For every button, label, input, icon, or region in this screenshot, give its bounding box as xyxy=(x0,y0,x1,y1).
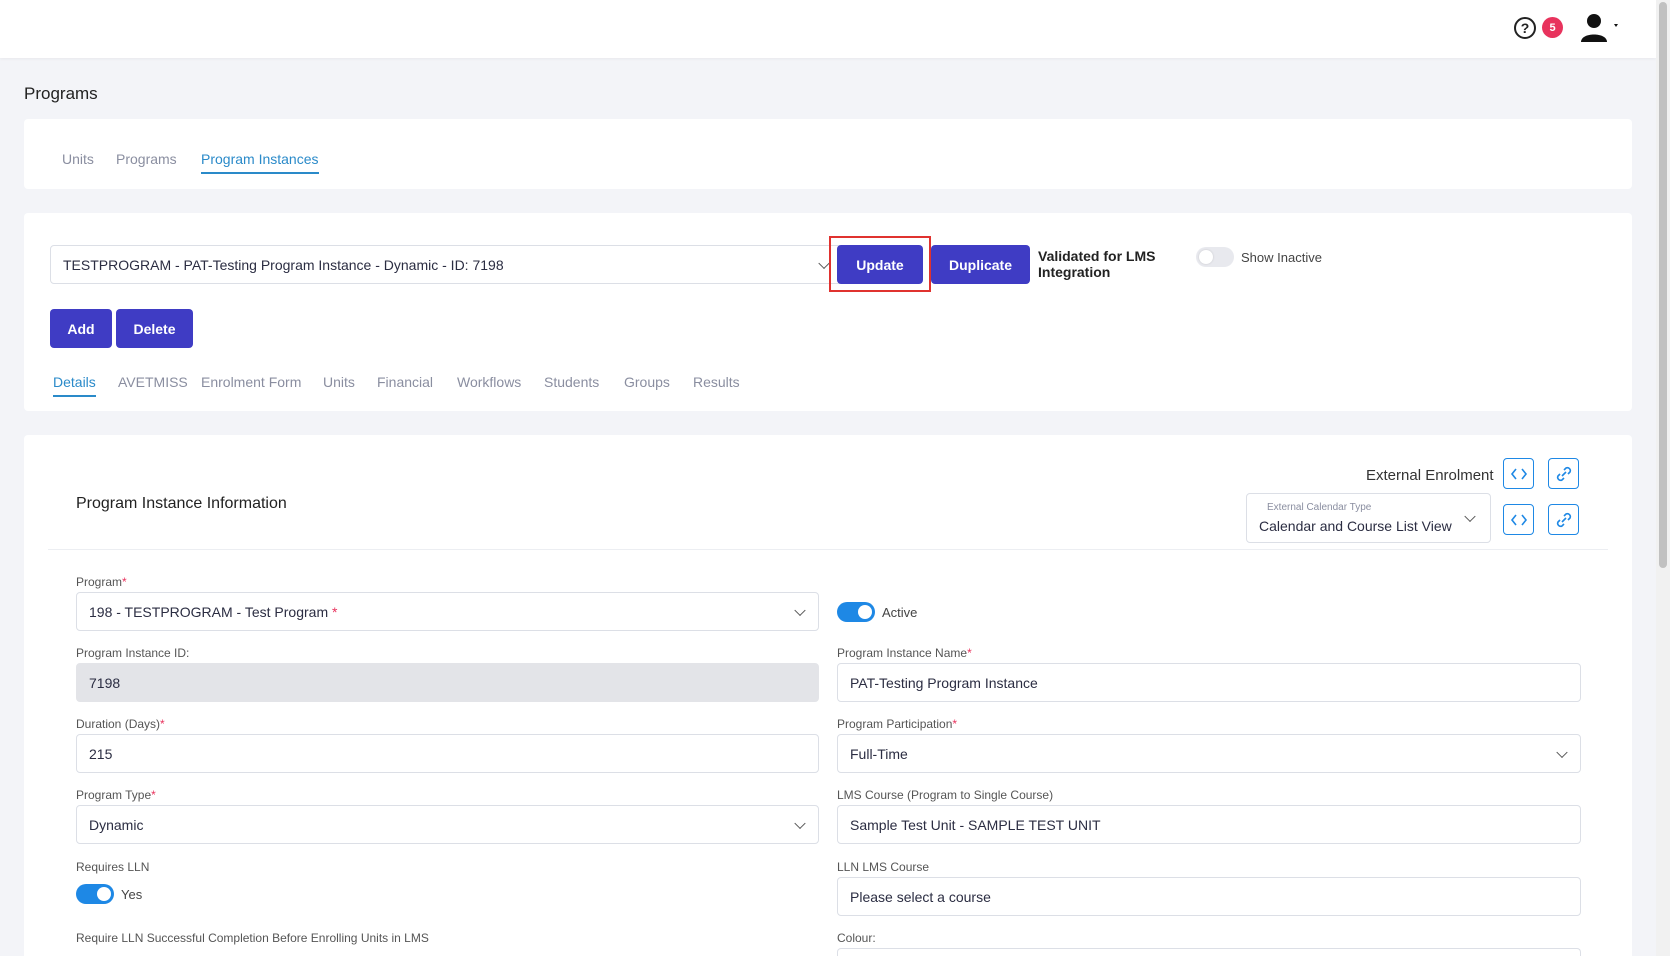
lms-validated-label: Validated for LMS Integration xyxy=(1038,248,1156,280)
require-lln-completion-label: Require LLN Successful Completion Before… xyxy=(76,931,429,945)
program-select[interactable]: 198 - TESTPROGRAM - Test Program * xyxy=(76,592,819,631)
chevron-down-icon xyxy=(794,604,806,616)
program-instance-name-field[interactable]: PAT-Testing Program Instance xyxy=(837,663,1581,702)
instance-actions-card: TESTPROGRAM - PAT-Testing Program Instan… xyxy=(24,213,1632,411)
active-toggle[interactable] xyxy=(837,602,875,622)
program-instance-name-label: Program Instance Name* xyxy=(837,646,972,660)
section-divider xyxy=(48,549,1608,550)
program-instance-id-field: 7198 xyxy=(76,663,819,702)
chevron-down-icon xyxy=(1556,746,1568,758)
tab-programs[interactable]: Programs xyxy=(116,151,177,167)
question-circle-icon[interactable]: ? xyxy=(1514,17,1536,39)
embed-code-button[interactable] xyxy=(1503,458,1534,489)
lln-lms-course-field[interactable]: Please select a course xyxy=(837,877,1581,916)
tab-program-instances[interactable]: Program Instances xyxy=(201,151,319,174)
subtab-enrolment-form[interactable]: Enrolment Form xyxy=(201,374,301,390)
requires-lln-toggle-label: Yes xyxy=(121,887,143,902)
duration-field[interactable]: 215 xyxy=(76,734,819,773)
programs-tabs-card: Units Programs Program Instances xyxy=(24,119,1632,189)
external-calendar-type-label: External Calendar Type xyxy=(1267,502,1372,513)
code-icon xyxy=(1510,468,1527,479)
page-scrollbar[interactable] xyxy=(1656,0,1670,956)
update-highlight-box xyxy=(829,236,931,292)
lms-course-field[interactable]: Sample Test Unit - SAMPLE TEST UNIT xyxy=(837,805,1581,844)
program-instance-select[interactable]: TESTPROGRAM - PAT-Testing Program Instan… xyxy=(50,245,843,284)
copy-link-button[interactable] xyxy=(1548,458,1579,489)
code-icon xyxy=(1510,514,1527,525)
subtab-avetmiss[interactable]: AVETMISS xyxy=(118,374,188,390)
notification-badge[interactable]: 5 xyxy=(1542,17,1563,38)
program-instance-id-label: Program Instance ID: xyxy=(76,646,190,660)
caret-down-icon xyxy=(1614,24,1618,27)
active-toggle-label: Active xyxy=(882,605,918,620)
external-calendar-type-value: Calendar and Course List View xyxy=(1259,518,1452,534)
chevron-down-icon xyxy=(818,257,830,269)
requires-lln-toggle[interactable] xyxy=(76,884,114,904)
delete-button[interactable]: Delete xyxy=(116,309,193,348)
program-type-label: Program Type* xyxy=(76,788,156,802)
subtab-groups[interactable]: Groups xyxy=(624,374,670,390)
external-calendar-type-select[interactable]: External Calendar Type Calendar and Cour… xyxy=(1246,493,1491,543)
program-type-value: Dynamic xyxy=(89,816,144,833)
program-participation-select[interactable]: Full-Time xyxy=(837,734,1581,773)
subtab-students[interactable]: Students xyxy=(544,374,599,390)
top-bar: ? 5 xyxy=(0,0,1656,58)
program-participation-label: Program Participation* xyxy=(837,717,958,731)
user-icon xyxy=(1581,14,1618,42)
user-avatar-menu[interactable] xyxy=(1580,12,1620,44)
subtab-results[interactable]: Results xyxy=(693,374,740,390)
chevron-down-icon xyxy=(1464,510,1476,523)
lln-lms-course-label: LLN LMS Course xyxy=(837,860,930,874)
duplicate-button[interactable]: Duplicate xyxy=(931,245,1030,284)
chevron-down-icon xyxy=(794,817,806,829)
section-title: Program Instance Information xyxy=(76,495,287,512)
subtab-workflows[interactable]: Workflows xyxy=(457,374,521,390)
calendar-copy-link-button[interactable] xyxy=(1548,504,1579,535)
program-type-select[interactable]: Dynamic xyxy=(76,805,819,844)
show-inactive-label: Show Inactive xyxy=(1241,250,1322,265)
lms-course-label: LMS Course (Program to Single Course) xyxy=(837,788,1054,802)
add-button[interactable]: Add xyxy=(50,309,112,348)
page-title: Programs xyxy=(24,84,98,103)
tab-units[interactable]: Units xyxy=(62,151,94,167)
program-select-value: 198 - TESTPROGRAM - Test Program xyxy=(89,603,329,620)
program-label: Program* xyxy=(76,575,127,589)
colour-field[interactable] xyxy=(837,948,1581,956)
link-icon xyxy=(1556,512,1571,527)
program-instance-select-value: TESTPROGRAM - PAT-Testing Program Instan… xyxy=(63,256,504,273)
calendar-embed-code-button[interactable] xyxy=(1503,504,1534,535)
external-enrolment-label: External Enrolment xyxy=(1366,467,1494,484)
colour-label: Colour: xyxy=(837,931,876,945)
requires-lln-label: Requires LLN xyxy=(76,860,150,874)
show-inactive-toggle[interactable] xyxy=(1196,247,1234,267)
program-participation-value: Full-Time xyxy=(850,745,908,762)
subtab-details[interactable]: Details xyxy=(53,374,96,397)
subtab-units[interactable]: Units xyxy=(323,374,355,390)
subtab-financial[interactable]: Financial xyxy=(377,374,433,390)
link-icon xyxy=(1556,466,1571,481)
duration-label: Duration (Days)* xyxy=(76,717,165,731)
